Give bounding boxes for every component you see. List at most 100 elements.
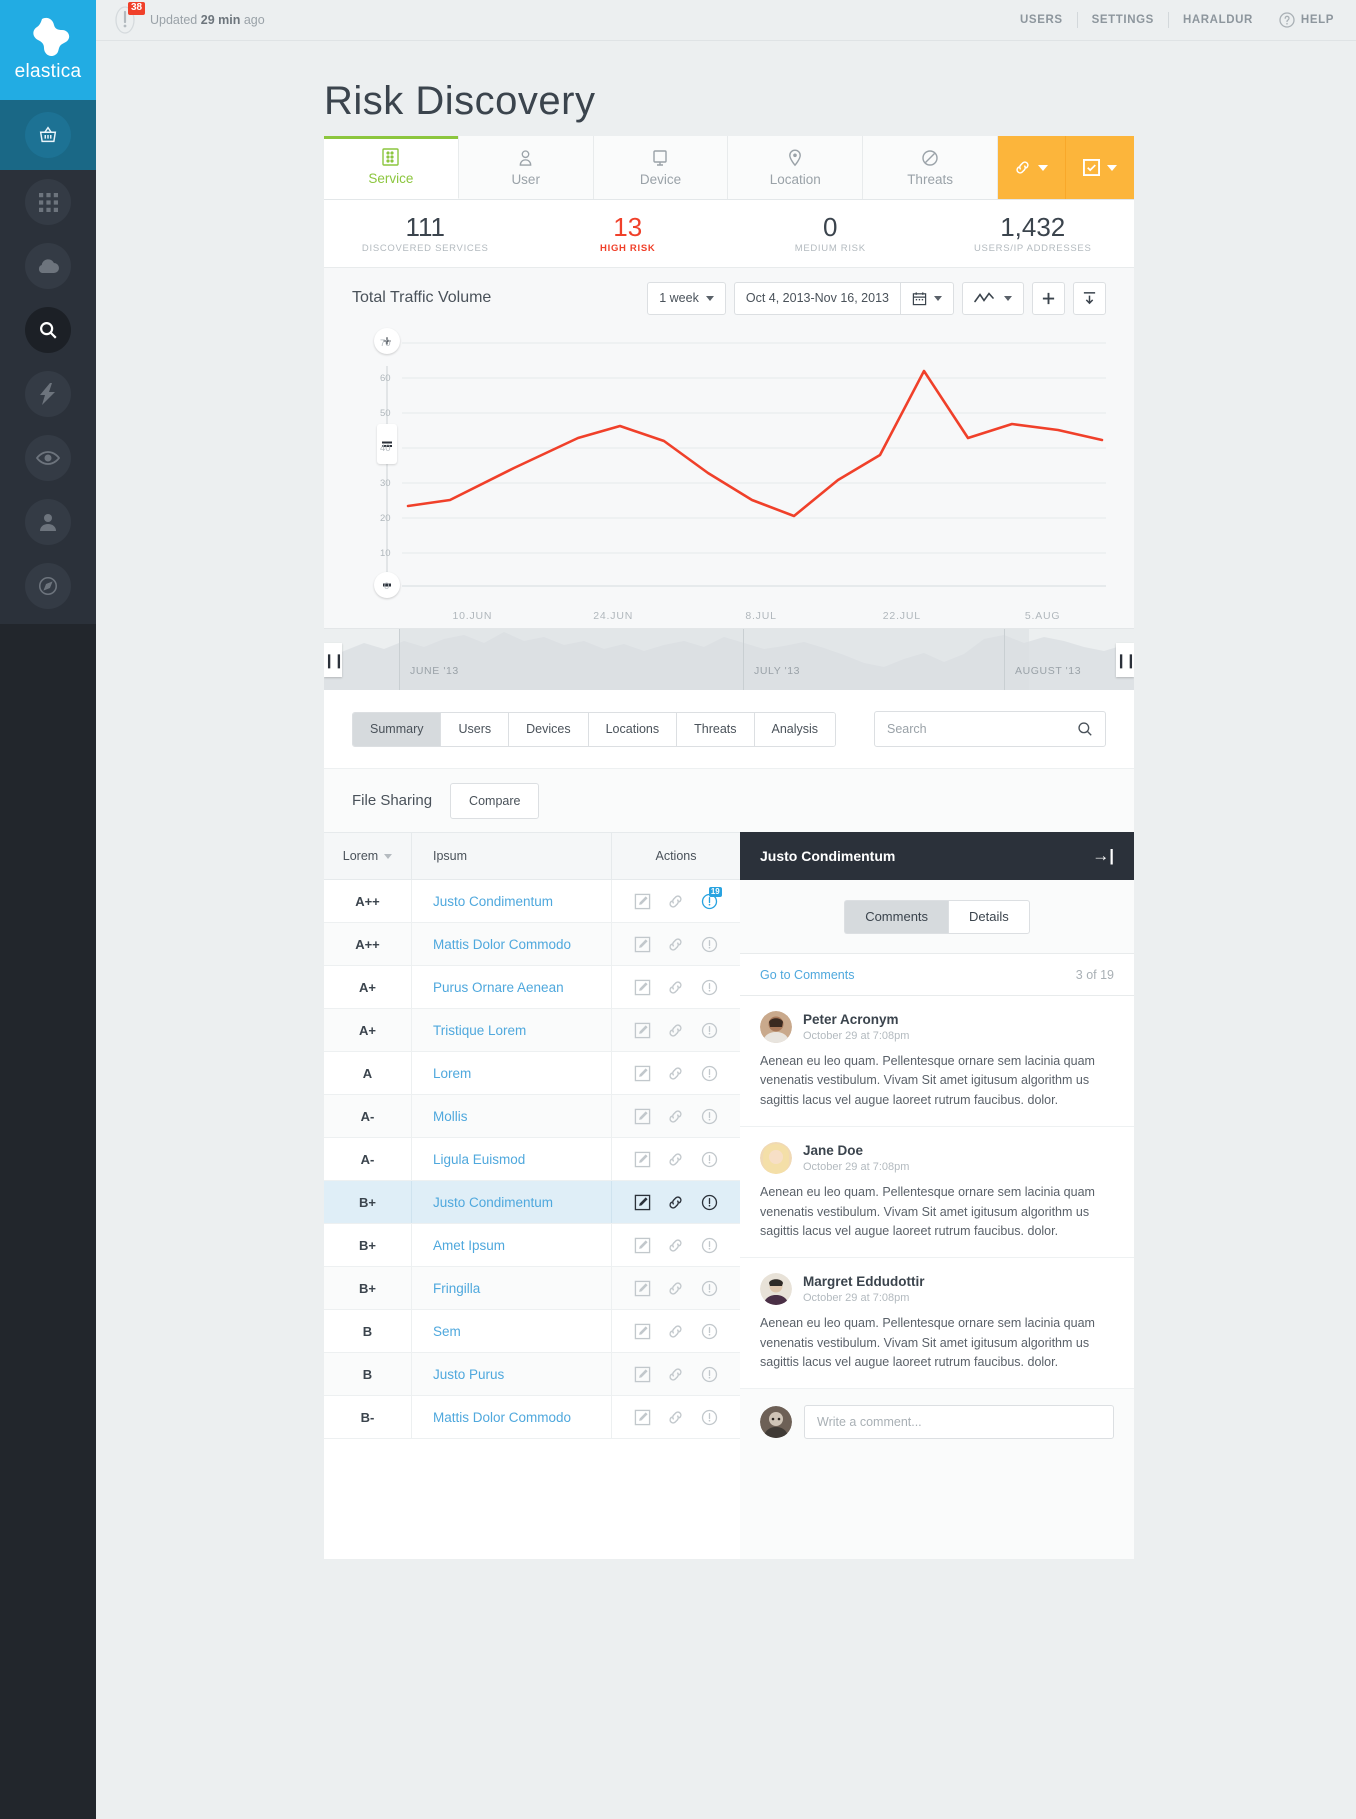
sidebar-item-apps[interactable] [0, 170, 96, 234]
table-row[interactable]: B+ Amet Ipsum [324, 1224, 740, 1267]
topnav-account[interactable]: HARALDUR [1169, 14, 1267, 26]
edit-icon[interactable] [634, 1022, 651, 1039]
brush-handle-right[interactable]: ❙❙ [1115, 643, 1134, 677]
link-icon[interactable] [667, 1194, 684, 1211]
table-row[interactable]: A+ Tristique Lorem [324, 1009, 740, 1052]
subtab-summary[interactable]: Summary [353, 712, 442, 746]
row-name[interactable]: Mattis Dolor Commodo [412, 1396, 612, 1438]
edit-icon[interactable] [634, 1280, 651, 1297]
info-icon[interactable] [701, 1022, 718, 1039]
link-icon[interactable] [667, 936, 684, 953]
link-action-button[interactable] [997, 136, 1066, 199]
add-series-button[interactable] [1032, 281, 1065, 315]
compare-button[interactable]: Compare [450, 782, 540, 819]
subtab-users[interactable]: Users [441, 712, 510, 746]
table-row[interactable]: B Sem [324, 1310, 740, 1353]
row-name[interactable]: Purus Ornare Aenean [412, 966, 612, 1008]
subtab-analysis[interactable]: Analysis [754, 712, 836, 746]
table-row[interactable]: A++ Justo Condimentum 19 [324, 880, 740, 923]
info-icon[interactable] [701, 979, 718, 996]
row-name[interactable]: Justo Condimentum [412, 1181, 612, 1223]
export-button[interactable] [1073, 281, 1106, 315]
column-header-name[interactable]: Ipsum [412, 833, 612, 879]
sidebar-item-explore[interactable] [0, 554, 96, 618]
table-row[interactable]: A- Ligula Euismod [324, 1138, 740, 1181]
search-icon[interactable] [1077, 721, 1093, 737]
edit-icon[interactable] [634, 1065, 651, 1082]
link-icon[interactable] [667, 1366, 684, 1383]
edit-icon[interactable] [634, 1323, 651, 1340]
sidebar-item-basket[interactable] [0, 100, 96, 170]
row-name[interactable]: Tristique Lorem [412, 1009, 612, 1051]
brush-handle-left[interactable]: ❙❙ [324, 643, 345, 677]
comment-input[interactable] [804, 1405, 1114, 1440]
info-icon[interactable] [701, 1366, 718, 1383]
help-label[interactable]: HELP [1301, 14, 1334, 26]
search-box[interactable] [874, 711, 1106, 747]
row-name[interactable]: Sem [412, 1310, 612, 1352]
row-name[interactable]: Fringilla [412, 1267, 612, 1309]
subtab-threats[interactable]: Threats [677, 712, 755, 746]
timeline-brush[interactable]: JUNE '13 JULY '13 AUGUST '13 ❙❙ ❙❙ [324, 628, 1134, 690]
link-icon[interactable] [667, 1280, 684, 1297]
edit-icon[interactable] [634, 893, 651, 910]
info-icon[interactable] [701, 1194, 718, 1211]
info-icon[interactable] [701, 1065, 718, 1082]
link-icon[interactable] [667, 1022, 684, 1039]
edit-icon[interactable] [634, 1108, 651, 1125]
table-row[interactable]: A+ Purus Ornare Aenean [324, 966, 740, 1009]
link-icon[interactable] [667, 979, 684, 996]
edit-icon[interactable] [634, 1409, 651, 1426]
edit-icon[interactable] [634, 1194, 651, 1211]
edit-icon[interactable] [634, 1151, 651, 1168]
row-name[interactable]: Amet Ipsum [412, 1224, 612, 1266]
chart-type-select[interactable] [962, 281, 1024, 315]
go-to-comments-link[interactable]: Go to Comments [760, 968, 854, 982]
table-row[interactable]: A Lorem [324, 1052, 740, 1095]
row-name[interactable]: Mattis Dolor Commodo [412, 923, 612, 965]
tab-threats[interactable]: Threats [863, 136, 998, 199]
collapse-right-icon[interactable]: →| [1092, 846, 1114, 866]
edit-icon[interactable] [634, 1237, 651, 1254]
table-row[interactable]: B+ Fringilla [324, 1267, 740, 1310]
date-range-field[interactable]: Oct 4, 2013-Nov 16, 2013 [733, 281, 900, 315]
link-icon[interactable] [667, 1108, 684, 1125]
row-name[interactable]: Justo Purus [412, 1353, 612, 1395]
row-name[interactable]: Justo Condimentum [412, 880, 612, 922]
table-row[interactable]: B Justo Purus [324, 1353, 740, 1396]
search-input[interactable] [887, 722, 1077, 736]
info-icon[interactable]: 19 [701, 886, 722, 910]
alert-indicator[interactable]: 38 [114, 2, 146, 35]
edit-icon[interactable] [634, 1366, 651, 1383]
topnav-settings[interactable]: SETTINGS [1078, 14, 1168, 26]
tab-device[interactable]: Device [594, 136, 729, 199]
table-row[interactable]: B- Mattis Dolor Commodo [324, 1396, 740, 1439]
sidebar-item-cloud[interactable] [0, 234, 96, 298]
panel-tab-details[interactable]: Details [948, 899, 1030, 934]
info-icon[interactable] [701, 1280, 718, 1297]
row-name[interactable]: Lorem [412, 1052, 612, 1094]
link-icon[interactable] [667, 1409, 684, 1426]
column-header-grade[interactable]: Lorem [324, 833, 412, 879]
edit-icon[interactable] [634, 936, 651, 953]
sidebar-item-user[interactable] [0, 490, 96, 554]
table-row[interactable]: A++ Mattis Dolor Commodo [324, 923, 740, 966]
subtab-devices[interactable]: Devices [509, 712, 589, 746]
info-icon[interactable] [701, 1108, 718, 1125]
sidebar-item-search[interactable] [0, 298, 96, 362]
link-icon[interactable] [667, 1151, 684, 1168]
tab-service[interactable]: Service [324, 136, 459, 199]
check-action-button[interactable] [1065, 136, 1134, 199]
info-icon[interactable] [701, 1151, 718, 1168]
table-row[interactable]: A- Mollis [324, 1095, 740, 1138]
table-row[interactable]: B+ Justo Condimentum [324, 1181, 740, 1224]
row-name[interactable]: Mollis [412, 1095, 612, 1137]
tab-location[interactable]: Location [728, 136, 864, 199]
sidebar-item-activity[interactable] [0, 362, 96, 426]
link-icon[interactable] [667, 1065, 684, 1082]
topnav-help[interactable]: HELP [1267, 12, 1334, 28]
info-icon[interactable] [701, 1409, 718, 1426]
row-name[interactable]: Ligula Euismod [412, 1138, 612, 1180]
brand-logo[interactable]: elastica [0, 0, 96, 100]
sidebar-item-monitor[interactable] [0, 426, 96, 490]
